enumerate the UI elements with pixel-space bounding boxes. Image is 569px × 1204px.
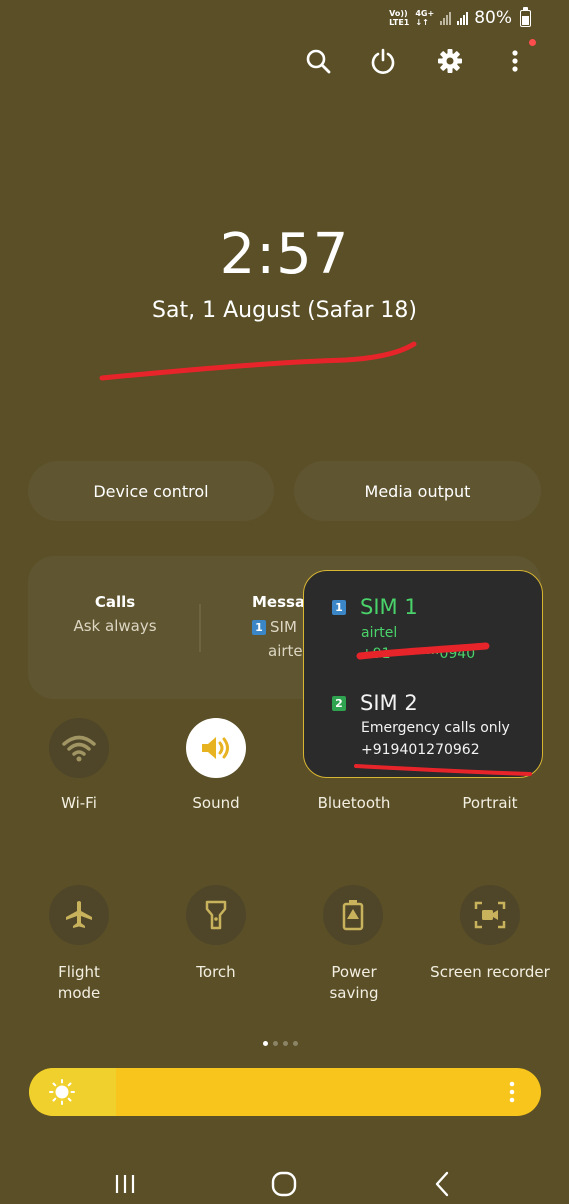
gear-icon[interactable]	[433, 44, 467, 78]
power-icon[interactable]	[366, 44, 400, 78]
calls-title: Calls	[94, 593, 136, 611]
lte-label: LTE1	[389, 18, 410, 27]
power-saving-tile[interactable]	[323, 885, 383, 945]
network-type-indicator: 4G+ ↓↑	[415, 9, 434, 27]
page-dot	[263, 1041, 268, 1046]
flight-mode-tile[interactable]	[49, 885, 109, 945]
sim2-number: +919401270962	[361, 742, 480, 758]
bluetooth-label[interactable]: Bluetooth	[284, 793, 424, 814]
page-indicator	[263, 1041, 298, 1046]
device-control-button[interactable]: Device control	[28, 461, 274, 521]
brightness-more-icon[interactable]	[507, 1080, 517, 1104]
sun-icon	[49, 1079, 75, 1105]
flight-mode-label: Flight mode	[57, 963, 101, 1002]
torch-tile[interactable]	[186, 885, 246, 945]
back-button[interactable]	[412, 1164, 472, 1204]
volte-label: Vo))	[389, 9, 408, 18]
recent-apps-button[interactable]	[95, 1164, 155, 1204]
sim-info-popup[interactable]: 1 SIM 1 airtel +91···········0940 2 SIM …	[303, 570, 543, 778]
wifi-icon	[62, 735, 96, 762]
home-button[interactable]	[254, 1164, 314, 1204]
wifi-label: Wi-Fi	[61, 794, 97, 812]
torch-icon	[205, 900, 227, 930]
media-output-button[interactable]: Media output	[294, 461, 541, 521]
battery-saver-icon	[342, 900, 364, 931]
sound-icon	[202, 737, 229, 759]
calls-value: Ask always	[73, 617, 157, 635]
page-dot	[293, 1041, 298, 1046]
divider	[199, 604, 201, 652]
messages-sim-label: SIM	[270, 618, 297, 636]
airplane-icon	[66, 901, 92, 928]
network-type-label: 4G+	[415, 9, 435, 18]
screen-recorder-label: Screen recorder	[430, 963, 550, 981]
power-saving-label: Power saving	[329, 963, 379, 1002]
red-scribble-annotation	[356, 642, 490, 660]
sim1-badge: 1	[332, 599, 346, 615]
sim-badge: 1	[252, 619, 266, 635]
recent-apps-icon	[115, 1175, 135, 1193]
sim2-badge: 2	[332, 695, 346, 711]
red-underline-annotation-2	[354, 764, 532, 776]
portrait-label[interactable]: Portrait	[420, 793, 560, 814]
notification-dot	[529, 39, 536, 46]
signal-sim1-icon	[440, 11, 452, 25]
page-dot	[283, 1041, 288, 1046]
screen-record-icon	[474, 901, 506, 929]
screen-recorder-tile[interactable]	[460, 885, 520, 945]
calls-sim-setting[interactable]: Calls Ask always	[40, 593, 190, 635]
sim2-name: SIM 2	[360, 691, 418, 715]
clock-date: Sat, 1 August (Safar 18)	[152, 298, 417, 323]
sim2-row: 2 SIM 2	[332, 691, 418, 715]
more-vert-icon[interactable]	[498, 44, 532, 78]
back-icon	[435, 1171, 449, 1197]
torch-label: Torch	[196, 963, 236, 981]
brightness-slider[interactable]	[29, 1068, 541, 1116]
sim2-status: Emergency calls only	[361, 720, 510, 736]
status-bar: Vo)) LTE1 4G+ ↓↑ 80%	[389, 6, 531, 30]
wifi-tile[interactable]	[49, 718, 109, 778]
sound-tile[interactable]	[186, 718, 246, 778]
sim1-carrier: airtel	[361, 625, 398, 641]
battery-icon	[520, 6, 531, 27]
red-underline-annotation	[99, 341, 417, 381]
data-activity-arrows: ↓↑	[415, 18, 429, 27]
sim1-row: 1 SIM 1	[332, 595, 418, 619]
clock-time[interactable]: 2:57	[0, 222, 569, 287]
page-dot	[273, 1041, 278, 1046]
signal-sim2-icon	[457, 11, 469, 25]
volte-indicator: Vo)) LTE1	[389, 9, 409, 27]
home-icon	[271, 1171, 297, 1197]
battery-percentage: 80%	[474, 8, 512, 28]
sound-label: Sound	[192, 794, 240, 812]
search-icon[interactable]	[301, 44, 335, 78]
sim1-name: SIM 1	[360, 595, 418, 619]
